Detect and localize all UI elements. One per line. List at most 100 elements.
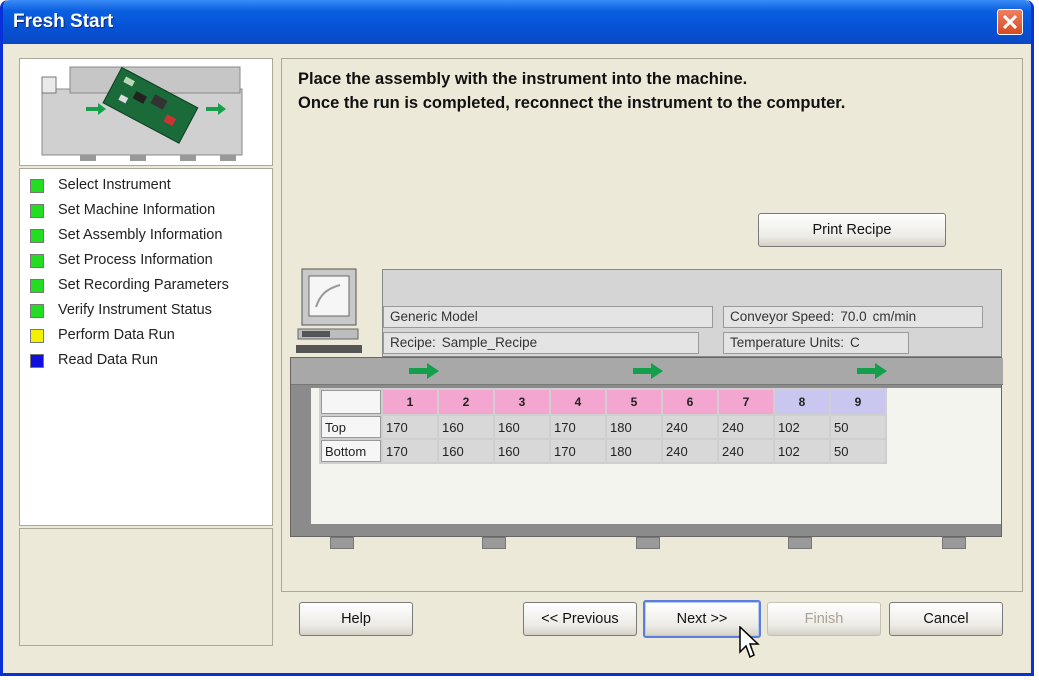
computer-icon bbox=[296, 268, 362, 353]
zone-value: 160 bbox=[495, 440, 549, 462]
machine-model: Generic Model bbox=[390, 309, 478, 324]
step-status-icon bbox=[30, 304, 44, 318]
step-status-icon bbox=[30, 179, 44, 193]
conveyor-arrow-icon bbox=[633, 363, 663, 379]
zone-header: 3 bbox=[495, 390, 549, 414]
conveyor-speed-field: Conveyor Speed: 70.0 cm/min bbox=[723, 306, 983, 328]
zone-header: 4 bbox=[551, 390, 605, 414]
zone-value: 170 bbox=[383, 416, 437, 438]
zone-header: 9 bbox=[831, 390, 885, 414]
oven-foot bbox=[636, 537, 660, 549]
zone-value: 170 bbox=[551, 440, 605, 462]
step-set-recording-parameters: Set Recording Parameters bbox=[20, 273, 272, 298]
zone-header-blank bbox=[321, 390, 381, 414]
recipe-field: Recipe: Sample_Recipe bbox=[383, 332, 699, 354]
conveyor-speed-value: 70.0 bbox=[840, 309, 867, 324]
window-title: Fresh Start bbox=[13, 11, 114, 32]
step-label: Verify Instrument Status bbox=[58, 302, 212, 318]
conveyor-arrow-icon bbox=[409, 363, 439, 379]
step-status-icon bbox=[30, 354, 44, 368]
machine-top-panel: Generic Model Recipe: Sample_Recipe Conve… bbox=[382, 269, 1002, 357]
table-row: Top 170 160 160 170 180 240 240 102 50 bbox=[321, 416, 885, 438]
zone-value: 170 bbox=[383, 440, 437, 462]
zone-value: 240 bbox=[663, 440, 717, 462]
step-set-machine-information: Set Machine Information bbox=[20, 198, 272, 223]
main-content-panel: Place the assembly with the instrument i… bbox=[281, 58, 1023, 592]
step-select-instrument: Select Instrument bbox=[20, 173, 272, 198]
step-label: Perform Data Run bbox=[58, 327, 175, 343]
table-row: Bottom 170 160 160 170 180 240 240 102 5… bbox=[321, 440, 885, 462]
oven-board-illustration bbox=[41, 66, 243, 161]
wizard-illustration bbox=[19, 58, 273, 166]
zone-header: 5 bbox=[607, 390, 661, 414]
step-set-process-information: Set Process Information bbox=[20, 248, 272, 273]
machine-model-field: Generic Model bbox=[383, 306, 713, 328]
step-status-icon bbox=[30, 329, 44, 343]
zone-value: 180 bbox=[607, 440, 661, 462]
zone-value: 160 bbox=[495, 416, 549, 438]
step-label: Set Assembly Information bbox=[58, 227, 223, 243]
instruction-line-2: Once the run is completed, reconnect the… bbox=[298, 94, 846, 112]
step-status-icon bbox=[30, 204, 44, 218]
print-recipe-button[interactable]: Print Recipe bbox=[758, 213, 946, 247]
step-status-icon bbox=[30, 229, 44, 243]
zone-value: 50 bbox=[831, 440, 885, 462]
zone-value: 240 bbox=[663, 416, 717, 438]
step-verify-instrument-status: Verify Instrument Status bbox=[20, 298, 272, 323]
step-status-icon bbox=[30, 254, 44, 268]
zone-value: 240 bbox=[719, 416, 773, 438]
wizard-steps-list: Select Instrument Set Machine Informatio… bbox=[19, 168, 273, 526]
oven-foot bbox=[330, 537, 354, 549]
zone-value: 102 bbox=[775, 416, 829, 438]
temperature-units-value: C bbox=[850, 335, 860, 350]
left-bottom-panel bbox=[19, 528, 273, 646]
instructions: Place the assembly with the instrument i… bbox=[298, 67, 845, 115]
close-icon bbox=[1003, 15, 1017, 29]
row-label-top: Top bbox=[321, 416, 381, 438]
step-set-assembly-information: Set Assembly Information bbox=[20, 223, 272, 248]
oven-foot bbox=[942, 537, 966, 549]
zone-value: 102 bbox=[775, 440, 829, 462]
previous-button[interactable]: << Previous bbox=[523, 602, 637, 636]
step-label: Set Machine Information bbox=[58, 202, 216, 218]
recipe-value: Sample_Recipe bbox=[441, 335, 538, 350]
step-perform-data-run: Perform Data Run bbox=[20, 323, 272, 348]
conveyor-arrow-icon bbox=[857, 363, 887, 379]
step-label: Set Process Information bbox=[58, 252, 213, 268]
cancel-button[interactable]: Cancel bbox=[889, 602, 1003, 636]
zone-value: 180 bbox=[607, 416, 661, 438]
step-status-icon bbox=[30, 279, 44, 293]
title-bar[interactable]: Fresh Start bbox=[3, 0, 1031, 44]
fresh-start-dialog: Fresh Start Select Instrument Set Machin… bbox=[0, 0, 1034, 676]
step-label: Select Instrument bbox=[58, 177, 171, 193]
oven-foot bbox=[788, 537, 812, 549]
zone-header: 7 bbox=[719, 390, 773, 414]
recipe-label: Recipe: bbox=[390, 335, 436, 350]
conveyor-speed-unit: cm/min bbox=[872, 309, 917, 324]
mouse-cursor-icon bbox=[739, 626, 760, 659]
close-button[interactable] bbox=[997, 9, 1023, 35]
zone-value: 160 bbox=[439, 416, 493, 438]
finish-button[interactable]: Finish bbox=[767, 602, 881, 636]
zone-header: 6 bbox=[663, 390, 717, 414]
zone-value: 170 bbox=[551, 416, 605, 438]
zone-temperature-table: 1 2 3 4 5 6 7 8 9 Top 170 160 160 170 18… bbox=[319, 388, 887, 464]
temperature-units-label: Temperature Units: bbox=[730, 335, 845, 350]
zone-value: 160 bbox=[439, 440, 493, 462]
zone-header: 2 bbox=[439, 390, 493, 414]
oven-foot bbox=[482, 537, 506, 549]
step-label: Set Recording Parameters bbox=[58, 277, 229, 293]
temperature-units-field: Temperature Units: C bbox=[723, 332, 909, 354]
zone-value: 240 bbox=[719, 440, 773, 462]
zone-header-row: 1 2 3 4 5 6 7 8 9 bbox=[321, 390, 885, 414]
zone-header: 1 bbox=[383, 390, 437, 414]
row-label-bottom: Bottom bbox=[321, 440, 381, 462]
instruction-line-1: Place the assembly with the instrument i… bbox=[298, 70, 748, 88]
step-label: Read Data Run bbox=[58, 352, 158, 368]
help-button[interactable]: Help bbox=[299, 602, 413, 636]
step-read-data-run: Read Data Run bbox=[20, 348, 272, 373]
zone-value: 50 bbox=[831, 416, 885, 438]
oven-tunnel: 1 2 3 4 5 6 7 8 9 Top 170 160 160 170 18… bbox=[290, 357, 1003, 537]
conveyor-speed-label: Conveyor Speed: bbox=[730, 309, 835, 324]
zone-header: 8 bbox=[775, 390, 829, 414]
